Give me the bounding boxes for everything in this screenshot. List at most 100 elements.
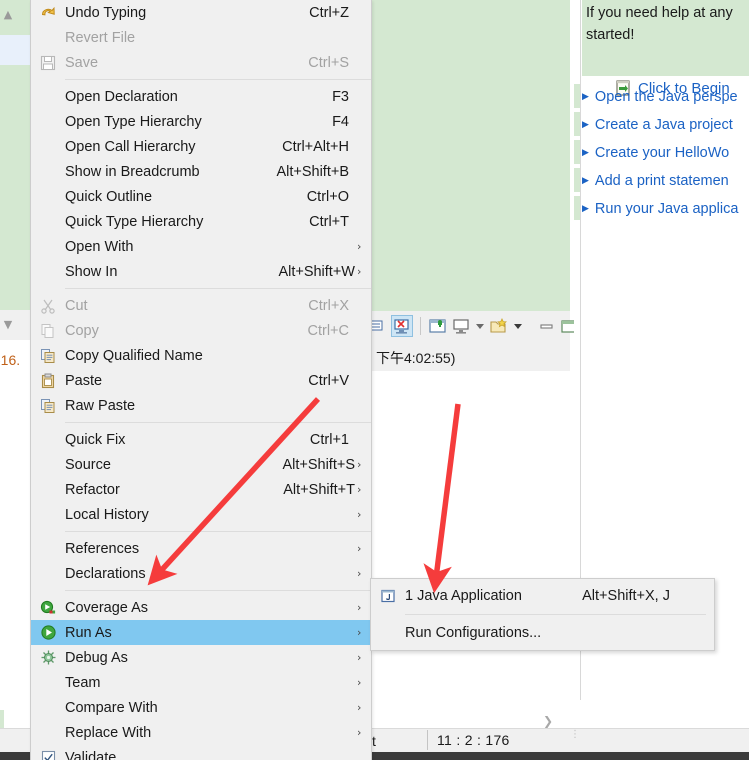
save-icon [31, 50, 65, 75]
checkbox-checked-icon[interactable] [31, 745, 65, 760]
menu-item-undo-typing[interactable]: Undo Typing Ctrl+Z › [31, 0, 371, 25]
scroll-lock-icon[interactable] [372, 316, 388, 336]
submenu-item-java-application[interactable]: 1 Java Application Alt+Shift+X, J [371, 582, 714, 610]
menu-item-label: Refactor [65, 481, 120, 498]
menu-item-declarations[interactable]: Declarations › [31, 561, 371, 586]
menu-item-references[interactable]: References › [31, 536, 371, 561]
cheat-sheet-step[interactable]: ▶ Open the Java perspe [582, 84, 738, 110]
submenu-item-accelerator: Alt+Shift+X, J [582, 588, 670, 604]
menu-item-label: Local History [65, 506, 149, 523]
menu-item-accelerator: F4 [332, 113, 349, 130]
cheat-sheet-step-marker [574, 84, 580, 108]
cheat-sheet-step-label: Create a Java project [594, 117, 733, 133]
menu-item-copy-qualified-name[interactable]: Copy Qualified Name › [31, 343, 371, 368]
show-console-error-icon[interactable] [391, 315, 413, 337]
menu-item-icon-slot [31, 536, 65, 561]
status-bar-grip: ⋮ [570, 730, 580, 749]
menu-item-open-with[interactable]: Open With › [31, 234, 371, 259]
run-icon [31, 620, 65, 645]
menu-item-label: Revert File [65, 29, 136, 46]
cheat-sheet-step[interactable]: ▶ Run your Java applica [582, 196, 738, 222]
menu-item-label: Run As [65, 624, 112, 641]
editor-selected-line-band [0, 35, 30, 65]
menu-item-local-history[interactable]: Local History › [31, 502, 371, 527]
submenu-arrow-placeholder: › [357, 299, 371, 312]
cheat-sheet-step-marker [574, 168, 580, 192]
menu-item-run-as[interactable]: Run As › [31, 620, 371, 645]
paste-icon [31, 368, 65, 393]
menu-item-accelerator: Ctrl+Alt+H [282, 138, 349, 155]
menu-item-label: Open Declaration [65, 88, 178, 105]
menu-separator [65, 531, 371, 532]
console-output-fragment: -16. [0, 352, 21, 368]
menu-item-raw-paste[interactable]: Raw Paste › [31, 393, 371, 418]
menu-item-label: Quick Fix [65, 431, 126, 448]
cheat-sheet-step[interactable]: ▶ Create your HelloWo [582, 140, 729, 166]
pin-console-icon[interactable] [428, 316, 448, 336]
menu-item-validate[interactable]: Validate › [31, 745, 371, 760]
menu-item-coverage-as[interactable]: Coverage As › [31, 595, 371, 620]
cheat-sheet-step[interactable]: ▶ Create a Java project [582, 112, 733, 138]
menu-item-refactor[interactable]: Refactor Alt+Shift+T › [31, 477, 371, 502]
menu-item-accelerator: Ctrl+S [308, 54, 349, 71]
menu-item-label: Declarations [65, 565, 146, 582]
menu-item-label: Cut [65, 297, 88, 314]
menu-item-open-type-hierarchy[interactable]: Open Type Hierarchy F4 › [31, 109, 371, 134]
menu-item-label: Coverage As [65, 599, 149, 616]
raw-paste-icon [31, 393, 65, 418]
menu-item-show-in[interactable]: Show In Alt+Shift+W › [31, 259, 371, 284]
display-selected-console-dropdown-icon[interactable] [474, 316, 486, 336]
menu-item-icon-slot [31, 234, 65, 259]
menu-item-open-call-hierarchy[interactable]: Open Call Hierarchy Ctrl+Alt+H › [31, 134, 371, 159]
menu-item-replace-with[interactable]: Replace With › [31, 720, 371, 745]
cheat-sheet-intro-line2: started! [586, 27, 635, 43]
annotation-arrow-java-application [423, 403, 461, 594]
menu-item-quick-outline[interactable]: Quick Outline Ctrl+O › [31, 184, 371, 209]
menu-item-accelerator: Alt+Shift+S [282, 456, 355, 473]
menu-item-accelerator: Ctrl+O [306, 188, 349, 205]
scroll-right-arrow[interactable]: ❯ [540, 713, 556, 729]
menu-item-paste[interactable]: Paste Ctrl+V › [31, 368, 371, 393]
display-selected-console-icon[interactable] [451, 316, 471, 336]
menu-item-icon-slot [31, 25, 65, 50]
menu-item-open-declaration[interactable]: Open Declaration F3 › [31, 84, 371, 109]
menu-item-revert-file: Revert File › [31, 25, 371, 50]
submenu-arrow-icon: › [357, 726, 362, 739]
menu-item-quick-type-hierarchy[interactable]: Quick Type Hierarchy Ctrl+T › [31, 209, 371, 234]
scroll-down-arrow[interactable]: ▼ [1, 318, 15, 332]
submenu-arrow-placeholder: › [357, 399, 371, 412]
menu-item-compare-with[interactable]: Compare With › [31, 695, 371, 720]
menu-item-label: Quick Outline [65, 188, 153, 205]
open-console-icon[interactable] [489, 316, 509, 336]
submenu-arrow-placeholder: › [357, 165, 371, 178]
menu-item-debug-as[interactable]: Debug As › [31, 645, 371, 670]
scroll-up-arrow[interactable]: ▲ [1, 8, 15, 22]
menu-item-team[interactable]: Team › [31, 670, 371, 695]
toolbar-divider [420, 317, 421, 335]
submenu-arrow-placeholder: › [357, 751, 371, 760]
menu-item-icon-slot [31, 134, 65, 159]
submenu-item-run-configurations[interactable]: Run Configurations... [371, 619, 714, 647]
minimize-icon[interactable] [538, 316, 556, 336]
open-console-dropdown-icon[interactable] [512, 316, 524, 336]
menu-item-copy: Copy Ctrl+C › [31, 318, 371, 343]
submenu-arrow-icon: › [357, 483, 362, 496]
menu-item-label: Team [65, 674, 101, 691]
submenu-arrow-placeholder: › [357, 90, 371, 103]
submenu-arrow-icon: › [357, 651, 362, 664]
menu-item-accelerator: F3 [332, 88, 349, 105]
submenu-item-icon-slot [371, 621, 405, 646]
menu-item-source[interactable]: Source Alt+Shift+S › [31, 452, 371, 477]
submenu-arrow-icon: › [357, 542, 362, 555]
cheat-sheet-step[interactable]: ▶ Add a print statemen [582, 168, 729, 194]
menu-item-show-in-breadcrumb[interactable]: Show in Breadcrumb Alt+Shift+B › [31, 159, 371, 184]
copy-icon [31, 318, 65, 343]
menu-item-icon-slot [31, 502, 65, 527]
menu-item-icon-slot [31, 695, 65, 720]
menu-item-icon-slot [31, 670, 65, 695]
menu-item-label: Copy [65, 322, 99, 339]
menu-item-label: Validate [65, 749, 117, 760]
menu-separator [65, 288, 371, 289]
menu-separator [65, 590, 371, 591]
menu-item-quick-fix[interactable]: Quick Fix Ctrl+1 › [31, 427, 371, 452]
